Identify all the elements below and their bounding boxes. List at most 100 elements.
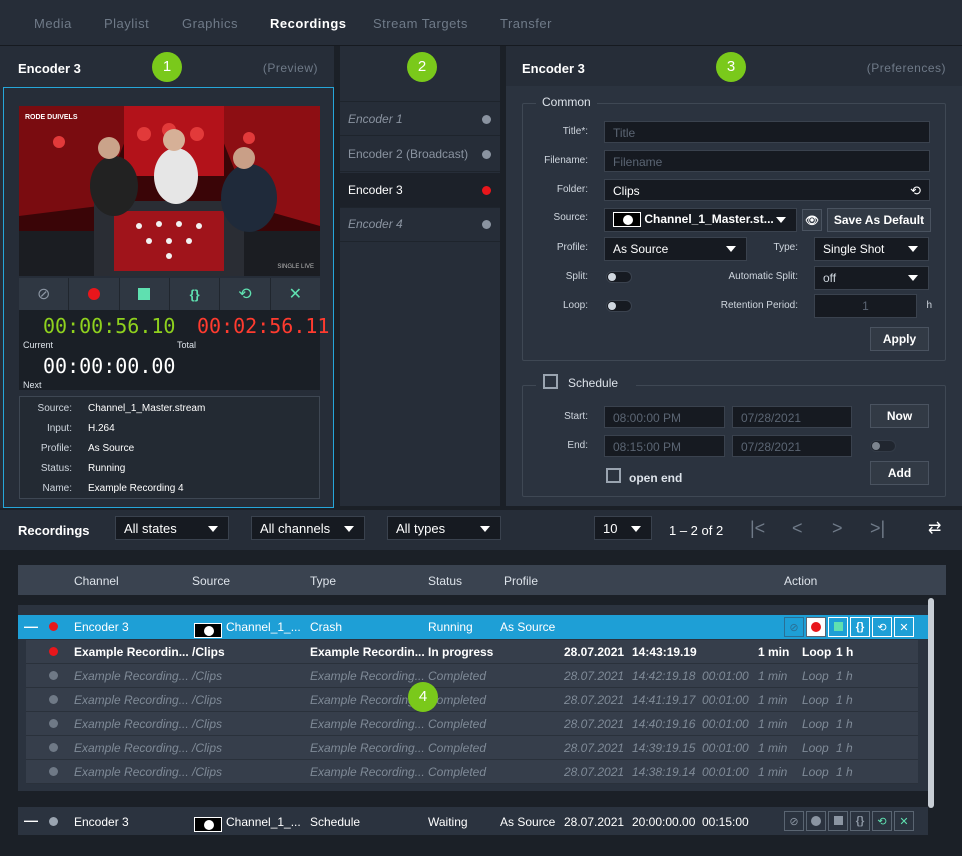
current-time: 00:00:56.10 xyxy=(43,314,176,338)
status-dot xyxy=(482,186,491,195)
col-action: Action xyxy=(784,574,818,588)
source-label: Source: xyxy=(553,212,588,223)
save-as-default-button[interactable]: Save As Default xyxy=(827,208,931,232)
preview-controls: ⊘ {} ⟲ ✕ xyxy=(19,278,320,310)
tab-recordings[interactable]: Recordings xyxy=(270,16,347,31)
list-item[interactable]: Example Recordin... /Clips Example Recor… xyxy=(26,640,918,664)
tab-transfer[interactable]: Transfer xyxy=(500,16,552,31)
restore-icon[interactable]: ⟲ xyxy=(872,811,892,831)
list-item[interactable]: Example Recording... /Clips Example Reco… xyxy=(26,760,918,784)
title-input[interactable]: Title xyxy=(604,121,930,143)
record-button[interactable] xyxy=(806,811,826,831)
folder-input[interactable]: Clips ⟲ xyxy=(604,179,930,201)
close-icon[interactable]: ✕ xyxy=(894,617,914,637)
current-label: Current xyxy=(23,340,54,350)
video-overlay-text: RODE DUIVELS xyxy=(25,114,78,121)
schedule-checkbox[interactable] xyxy=(543,374,558,389)
source-select[interactable]: Channel_1_Master.st... xyxy=(604,208,797,232)
gauge-icon[interactable]: ⊘ xyxy=(784,811,804,831)
prev-page-icon[interactable]: < xyxy=(792,518,803,539)
studio-image xyxy=(19,106,320,276)
status-dot xyxy=(482,150,491,159)
tab-graphics[interactable]: Graphics xyxy=(182,16,238,31)
status-dot xyxy=(49,695,58,704)
folder-label: Folder: xyxy=(556,184,588,195)
per-page-select[interactable]: 10 xyxy=(594,516,652,540)
filename-label: Filename: xyxy=(544,155,588,166)
first-page-icon[interactable]: |< xyxy=(750,518,765,539)
braces-icon[interactable]: {} xyxy=(850,811,870,831)
prefs-title: Encoder 3 xyxy=(522,61,585,76)
close-icon[interactable]: ✕ xyxy=(271,278,320,310)
tab-stream-targets[interactable]: Stream Targets xyxy=(373,16,468,31)
stop-button[interactable] xyxy=(828,811,848,831)
open-end-checkbox[interactable] xyxy=(606,468,621,483)
now-button[interactable]: Now xyxy=(870,404,929,428)
braces-icon[interactable]: {} xyxy=(850,617,870,637)
stop-button[interactable] xyxy=(120,278,170,310)
encoder-item-2[interactable]: Encoder 2 (Broadcast) xyxy=(340,137,500,172)
list-item[interactable]: Example Recording... /Clips Example Reco… xyxy=(26,664,918,688)
record-button[interactable] xyxy=(806,617,826,637)
split-label: Split: xyxy=(565,271,588,282)
retention-period-label: Retention Period: xyxy=(720,300,798,311)
folder-reset-icon[interactable]: ⟲ xyxy=(910,183,921,199)
loop-toggle[interactable] xyxy=(606,300,632,312)
step-badge-4: 4 xyxy=(408,682,438,712)
close-icon[interactable]: ✕ xyxy=(894,811,914,831)
end-date-input[interactable]: 07/28/2021 xyxy=(732,435,852,457)
profile-select[interactable]: As Source xyxy=(604,237,747,261)
retention-unit: h xyxy=(926,300,932,311)
step-badge-2: 2 xyxy=(407,52,437,82)
timer-display: 00:00:56.10 00:02:56.11 Current Total 00… xyxy=(19,310,329,390)
stop-button[interactable] xyxy=(828,617,848,637)
add-button[interactable]: Add xyxy=(870,461,929,485)
braces-icon[interactable]: {} xyxy=(170,278,221,310)
recordings-toolbar: Recordings All states All channels All t… xyxy=(0,510,962,550)
top-navigation: Media Playlist Graphics Recordings Strea… xyxy=(0,0,962,46)
collapse-icon[interactable]: — xyxy=(24,618,38,634)
col-profile: Profile xyxy=(504,574,539,588)
list-item[interactable]: Example Recording... /Clips Example Reco… xyxy=(26,688,918,712)
type-filter[interactable]: All types xyxy=(387,516,501,540)
table-header: Channel Source Type Status Profile Actio… xyxy=(18,565,946,595)
gauge-icon[interactable]: ⊘ xyxy=(784,617,804,637)
automatic-split-select[interactable]: off xyxy=(814,266,929,290)
encoder-list: 2 Encoder 1 Encoder 2 (Broadcast) Encode… xyxy=(340,46,500,506)
tab-media[interactable]: Media xyxy=(34,16,72,31)
record-button[interactable] xyxy=(69,278,120,310)
start-date-input[interactable]: 07/28/2021 xyxy=(732,406,852,428)
apply-button[interactable]: Apply xyxy=(870,327,929,351)
refresh-icon[interactable]: ⇄ xyxy=(928,518,941,538)
retention-period-input[interactable]: 1 xyxy=(814,294,917,318)
table-row[interactable]: — Encoder 3 Channel_1_... Crash Running … xyxy=(18,615,928,639)
table-scrollbar[interactable] xyxy=(928,598,934,808)
collapse-icon[interactable]: — xyxy=(24,812,38,828)
eye-icon[interactable]: 👁 xyxy=(802,209,822,231)
table-row[interactable]: — Encoder 3 Channel_1_... Schedule Waiti… xyxy=(18,807,928,835)
encoder-item-4[interactable]: Encoder 4 xyxy=(340,207,500,242)
end-toggle[interactable] xyxy=(870,440,896,452)
video-preview[interactable]: RODE DUIVELS SINGLE LIVE xyxy=(19,106,320,276)
end-label: End: xyxy=(567,440,588,451)
next-page-icon[interactable]: > xyxy=(832,518,843,539)
preview-subtitle: (Preview) xyxy=(262,61,318,75)
tab-playlist[interactable]: Playlist xyxy=(104,16,149,31)
state-filter[interactable]: All states xyxy=(115,516,229,540)
gauge-icon[interactable]: ⊘ xyxy=(19,278,70,310)
encoder-item-1[interactable]: Encoder 1 xyxy=(340,101,500,136)
filename-input[interactable]: Filename xyxy=(604,150,930,172)
restore-icon[interactable]: ⟲ xyxy=(220,278,271,310)
restore-icon[interactable]: ⟲ xyxy=(872,617,892,637)
encoder-item-3[interactable]: Encoder 3 xyxy=(340,173,500,208)
type-select[interactable]: Single Shot xyxy=(814,237,929,261)
list-item[interactable]: Example Recording... /Clips Example Reco… xyxy=(26,736,918,760)
last-page-icon[interactable]: >| xyxy=(870,518,885,539)
end-time-input[interactable]: 08:15:00 PM xyxy=(604,435,725,457)
start-time-input[interactable]: 08:00:00 PM xyxy=(604,406,725,428)
title-label: Title*: xyxy=(562,126,588,137)
split-toggle[interactable] xyxy=(606,271,632,283)
preferences-panel: Encoder 3 (Preferences) 3 Common Title*:… xyxy=(506,46,962,506)
channel-filter[interactable]: All channels xyxy=(251,516,365,540)
list-item[interactable]: Example Recording... /Clips Example Reco… xyxy=(26,712,918,736)
